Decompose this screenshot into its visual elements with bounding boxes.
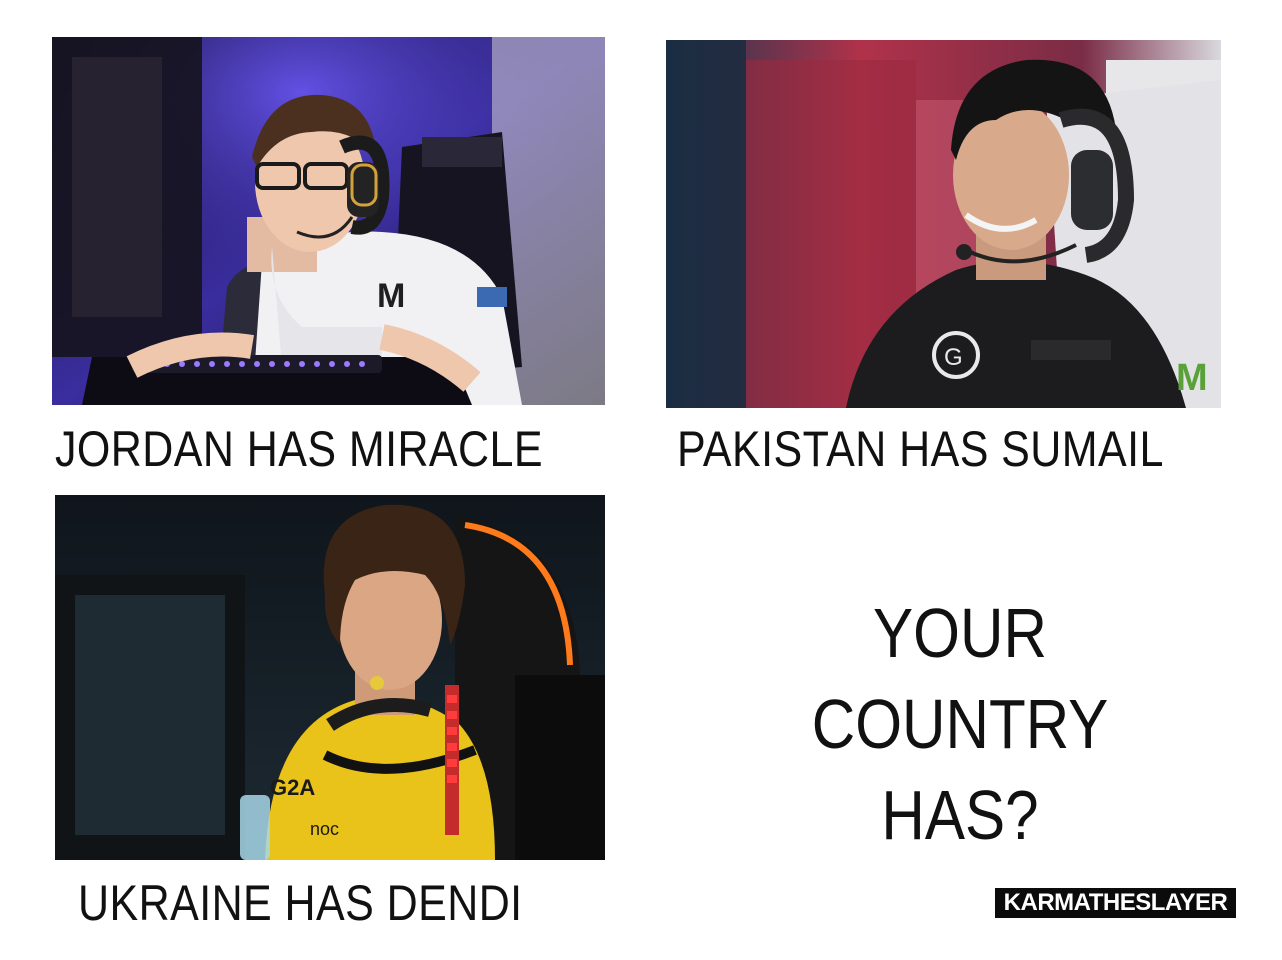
watermark-label: KARMATHESLAYER: [995, 888, 1236, 918]
caption-jordan: JORDAN HAS MIRACLE: [55, 421, 543, 477]
photo-panel-jordan: M: [52, 37, 605, 405]
svg-text:G: G: [944, 344, 963, 371]
player-photo-smiling: G M: [666, 40, 1221, 408]
svg-text:M: M: [1176, 357, 1208, 399]
player-photo-glasses: M: [52, 37, 605, 405]
svg-text:noc: noc: [310, 819, 339, 839]
photo-panel-pakistan: G M: [666, 40, 1221, 408]
question-line-2: HAS?: [881, 776, 1039, 854]
player-photo-yellow-jersey: G2A noc: [55, 495, 605, 860]
svg-text:M: M: [377, 277, 405, 315]
caption-ukraine: UKRAINE HAS DENDI: [78, 875, 523, 931]
svg-text:G2A: G2A: [270, 775, 315, 800]
photo-panel-ukraine: G2A noc: [55, 495, 605, 860]
question-line-1: YOUR COUNTRY: [811, 594, 1109, 763]
question-text: YOUR COUNTRY HAS?: [728, 588, 1192, 861]
caption-pakistan: PAKISTAN HAS SUMAIL: [677, 421, 1164, 477]
